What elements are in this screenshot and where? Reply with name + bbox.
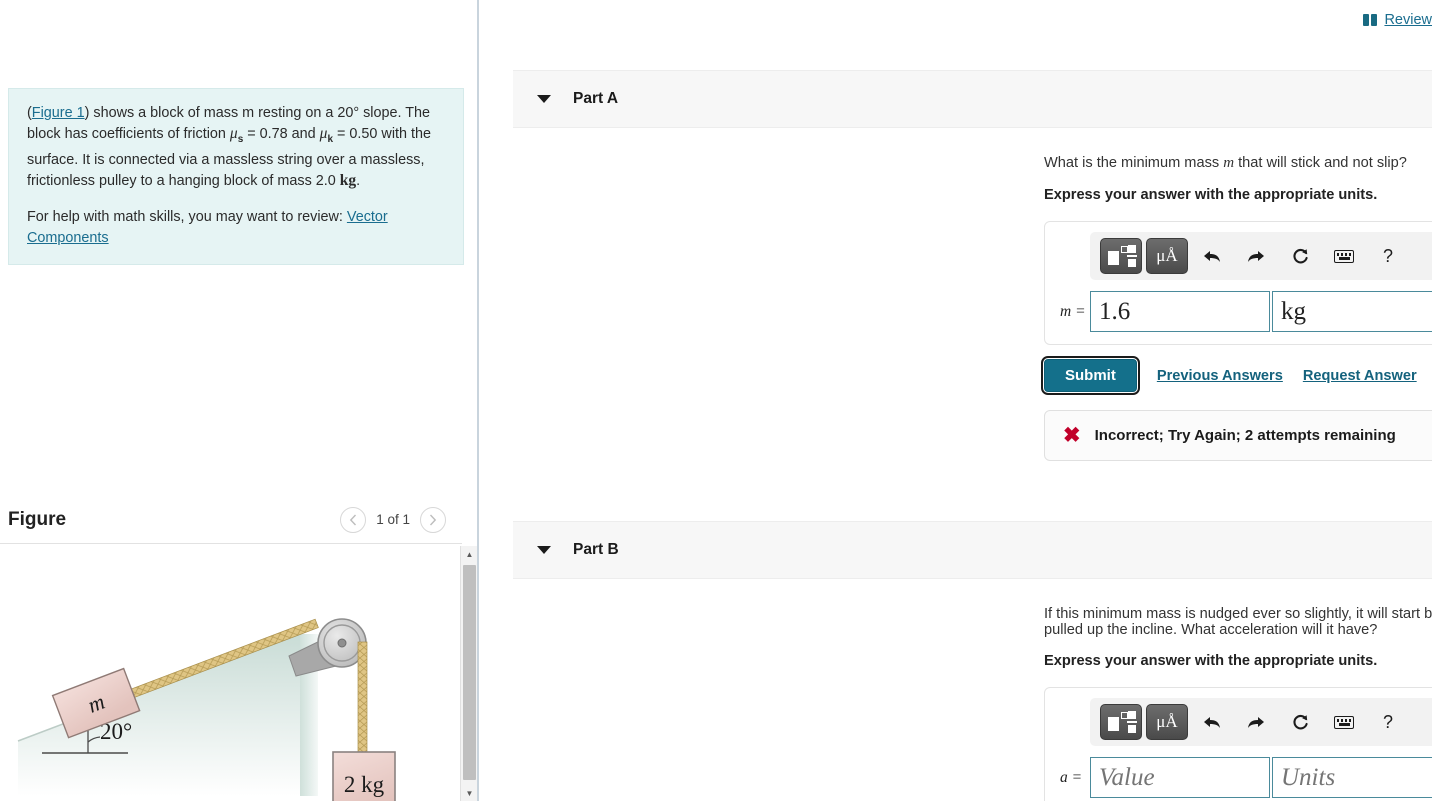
part-b-header[interactable]: Part B xyxy=(513,521,1432,579)
part-b-units-input[interactable] xyxy=(1272,757,1432,798)
scrollbar-thumb[interactable] xyxy=(463,565,476,780)
part-a-actions: Submit Previous Answers Request Answer xyxy=(1041,356,1432,395)
cross-icon: ✖ xyxy=(1063,424,1081,447)
mu-k-symbol: μk xyxy=(319,124,334,145)
scroll-up-icon[interactable]: ▲ xyxy=(461,546,477,562)
problem-text-1: ) shows a block of mass m resting on a 2… xyxy=(84,105,354,121)
figure-navigation: 1 of 1 xyxy=(340,506,446,533)
chevron-left-icon xyxy=(350,514,357,525)
redo-icon[interactable] xyxy=(1236,240,1276,272)
part-b-label: Part B xyxy=(573,541,619,558)
part-a-answer-widget: μÅ ? m = xyxy=(1044,221,1432,345)
kg-unit: kg xyxy=(339,171,357,189)
part-a-label: Part A xyxy=(573,90,619,107)
part-b-value-input[interactable] xyxy=(1090,757,1270,798)
part-a-request-answer-link[interactable]: Request Answer xyxy=(1303,368,1417,384)
question-post-text: that will stick and not slip? xyxy=(1234,155,1407,171)
units-symbol-icon[interactable]: μÅ xyxy=(1146,238,1188,274)
part-b-math-toolbar: μÅ ? xyxy=(1090,698,1432,746)
review-link[interactable]: Review xyxy=(1384,12,1432,28)
part-a-body: What is the minimum mass m that will sti… xyxy=(1041,155,1432,461)
part-b-answer-widget: μÅ ? a = xyxy=(1044,687,1432,801)
reset-icon[interactable] xyxy=(1280,706,1320,738)
part-a-variable-label: m = xyxy=(1060,302,1086,320)
part-a-feedback-text: Incorrect; Try Again; 2 attempts remaini… xyxy=(1094,427,1396,444)
degree-symbol: ° xyxy=(353,105,360,121)
keyboard-icon[interactable] xyxy=(1324,240,1364,272)
units-symbol-icon[interactable]: μÅ xyxy=(1146,704,1188,740)
figure-panel-title: Figure xyxy=(8,508,67,530)
part-b-field-row: a = xyxy=(1057,757,1432,798)
help-icon[interactable]: ? xyxy=(1368,706,1408,738)
part-b-question: If this minimum mass is nudged ever so s… xyxy=(1044,606,1432,638)
help-icon[interactable]: ? xyxy=(1368,240,1408,272)
help-paragraph: For help with math skills, you may want … xyxy=(27,207,445,248)
problem-statement: (Figure 1) shows a block of mass m resti… xyxy=(8,88,464,266)
part-a-question: What is the minimum mass m that will sti… xyxy=(1044,155,1432,172)
inclined-plane-figure: 20° m 2 kg xyxy=(17,618,396,801)
part-b-body: If this minimum mass is nudged ever so s… xyxy=(1044,606,1432,801)
chevron-right-icon xyxy=(429,514,437,525)
undo-icon[interactable] xyxy=(1192,706,1232,738)
mu-s-symbol: μs xyxy=(229,124,244,145)
part-a-header[interactable]: Part A xyxy=(513,70,1432,128)
book-icon xyxy=(1363,14,1378,26)
figure-scrollbar[interactable]: ▲ ▼ xyxy=(460,546,477,801)
chevron-down-icon[interactable] xyxy=(537,95,551,103)
figure-image-container: 20° m 2 kg xyxy=(0,546,462,801)
part-a-instruction: Express your answer with the appropriate… xyxy=(1044,187,1378,203)
reset-icon[interactable] xyxy=(1280,240,1320,272)
part-b-instruction: Express your answer with the appropriate… xyxy=(1044,653,1378,669)
redo-icon[interactable] xyxy=(1236,706,1276,738)
part-a-previous-answers-link[interactable]: Previous Answers xyxy=(1157,368,1283,384)
math-template-icon[interactable] xyxy=(1100,704,1142,740)
page-root: (Figure 1) shows a block of mass m resti… xyxy=(0,0,1432,801)
chevron-down-icon[interactable] xyxy=(537,546,551,554)
period: . xyxy=(356,172,361,189)
part-a-feedback: ✖ Incorrect; Try Again; 2 attempts remai… xyxy=(1044,410,1432,461)
part-a-units-input[interactable] xyxy=(1272,291,1432,332)
figure-1-link[interactable]: Figure 1 xyxy=(32,105,85,121)
figure-prev-button[interactable] xyxy=(340,506,367,533)
keyboard-icon[interactable] xyxy=(1324,706,1364,738)
part-a-math-toolbar: μÅ ? xyxy=(1090,232,1432,280)
mu-s-value: = 0.78 and xyxy=(243,125,316,142)
undo-icon[interactable] xyxy=(1192,240,1232,272)
math-template-icon[interactable] xyxy=(1100,238,1142,274)
figure-counter: 1 of 1 xyxy=(376,512,410,527)
figure-header: Figure 1 of 1 xyxy=(0,496,462,544)
question-pre-text: What is the minimum mass xyxy=(1044,155,1224,171)
help-text: For help with math skills, you may want … xyxy=(27,209,347,226)
assignment-panel: Review Part A What is the minimum mass m… xyxy=(481,0,1432,801)
part-a-value-input[interactable] xyxy=(1090,291,1270,332)
part-b-variable-label: a = xyxy=(1060,768,1083,786)
question-variable: m xyxy=(1223,155,1235,171)
review-bar: Review xyxy=(1363,12,1432,28)
figure-next-button[interactable] xyxy=(420,506,446,533)
scroll-down-icon[interactable]: ▼ xyxy=(461,785,477,801)
hanging-mass-label: 2 kg xyxy=(344,772,385,797)
problem-panel: (Figure 1) shows a block of mass m resti… xyxy=(0,0,479,801)
part-a-field-row: m = xyxy=(1057,291,1432,332)
part-a-submit-button[interactable]: Submit xyxy=(1041,356,1140,395)
